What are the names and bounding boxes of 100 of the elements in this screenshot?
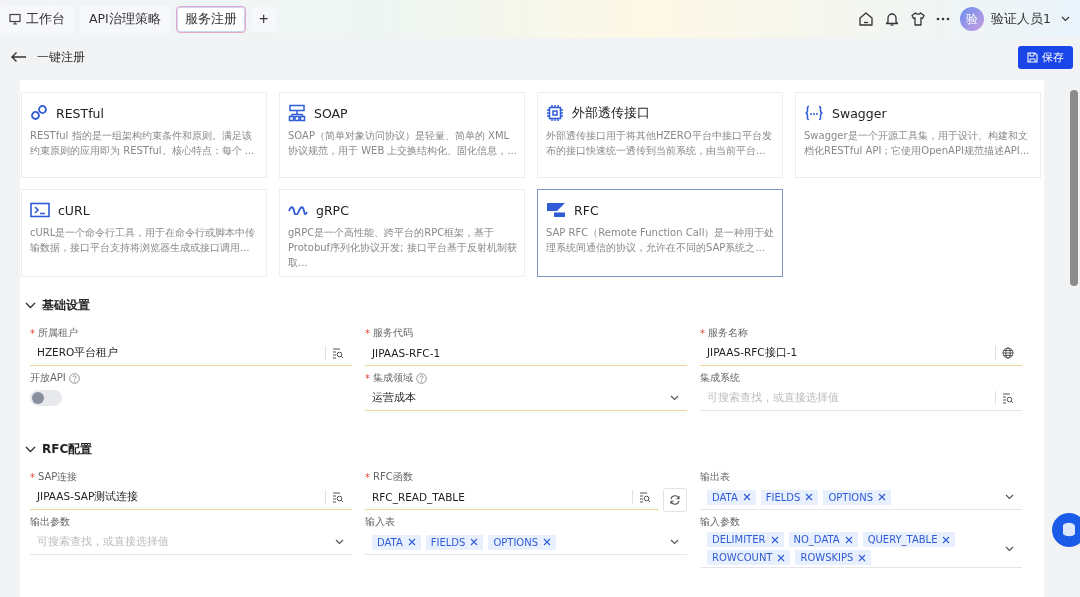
card-title: RESTful (56, 105, 104, 121)
tag-chip[interactable]: NO_DATA (788, 532, 858, 547)
globe-icon[interactable] (1002, 347, 1014, 359)
field-label: 集成系统 (700, 371, 740, 385)
close-icon[interactable] (805, 493, 814, 501)
close-icon[interactable] (858, 553, 867, 562)
tag-chip[interactable]: OPTIONS (488, 534, 557, 550)
tag-chip[interactable]: DATA (707, 489, 756, 505)
close-icon[interactable] (742, 493, 751, 501)
nav-tab[interactable]: 服务注册 (175, 5, 246, 33)
card-description: Swagger是一个开源工具集，用于设计、构建和文档化RESTful API；它使用OpenAPI规范描述API... (804, 129, 1031, 158)
monitor-icon (9, 13, 21, 25)
refresh-button[interactable] (663, 488, 687, 512)
more-icon[interactable] (936, 17, 951, 21)
tag-chip[interactable]: DELIMITER (707, 532, 784, 547)
field-label: 集成领域 (373, 371, 413, 385)
bell-icon[interactable] (884, 11, 901, 27)
home-icon[interactable] (858, 11, 875, 27)
scrollbar-thumb[interactable] (1070, 90, 1078, 286)
card-title: 外部透传接口 (572, 104, 650, 122)
protocol-card[interactable]: RFC SAP RFC（Remote Function Call）是一种用于处理系统间通信的协议，允许在不同的SAP系统之... (537, 189, 783, 277)
save-button[interactable]: 保存 (1018, 45, 1073, 69)
floppy-disk-icon (1027, 51, 1038, 63)
card-description: cURL是一个命令行工具，用于在命令行或脚本中传输数据，接口平台支持将浏览器生成或接口调用... (30, 226, 257, 255)
required-asterisk: * (700, 327, 705, 339)
card-description: gRPC是一个高性能、跨平台的RPC框架，基于Protobuf序列化协议开发; 接口平台基于反射机制获取... (288, 226, 518, 270)
input-field[interactable]: RFC_READ_TABLE (365, 485, 659, 510)
search-list-icon[interactable] (1002, 392, 1014, 404)
card-description: SOAP（简单对象访问协议）是轻量、简单的 XML 协议规范，用于 WEB 上交换结构化、固化信息，... (288, 129, 518, 158)
back-arrow-icon[interactable] (10, 51, 27, 63)
required-asterisk: * (30, 471, 35, 483)
tag-chip[interactable]: FIELDS (760, 489, 819, 505)
card-description: 外部透传接口用于将其他HZERO平台中接口平台发布的接口快速统一透传到当前系统，由当前平台... (546, 129, 773, 158)
close-icon[interactable] (878, 493, 887, 501)
close-icon[interactable] (543, 538, 552, 546)
assistant-button[interactable] (1052, 513, 1080, 547)
tag-chip[interactable]: OPTIONS (823, 489, 892, 505)
hierarchy-icon (288, 104, 306, 122)
protocol-card[interactable]: RESTful RESTful 指的是一组架构约束条件和原则。满足该约束原则的应用即为 RESTful。核心特点：每个 ... (21, 92, 267, 178)
link-icon (30, 104, 48, 122)
select-field[interactable]: 运营成本 (365, 386, 687, 411)
terminal-icon (30, 202, 50, 218)
chevron-down-icon[interactable] (1061, 16, 1070, 22)
nav-tab[interactable]: 工作台 (0, 5, 74, 33)
tag-select-field[interactable]: DATA FIELDS OPTIONS (700, 485, 1022, 510)
nav-tab[interactable]: API治理策略 (80, 5, 170, 33)
required-asterisk: * (365, 327, 370, 339)
chevron-down-icon[interactable] (670, 539, 679, 545)
refresh-icon (669, 494, 681, 506)
tag-select-field[interactable]: DATA FIELDS OPTIONS (365, 530, 687, 555)
chevron-down-icon[interactable] (335, 539, 344, 545)
chevron-down-icon[interactable] (1005, 545, 1014, 552)
card-description: RESTful 指的是一组架构约束条件和原则。满足该约束原则的应用即为 RESTful。核心特点：每个 ... (30, 129, 256, 158)
tag-chip[interactable]: ROWCOUNT (707, 550, 791, 565)
protocol-card[interactable]: cURL cURL是一个命令行工具，用于在命令行或脚本中传输数据，接口平台支持将浏览器生成或接口调用... (21, 189, 267, 277)
close-icon[interactable] (777, 553, 786, 562)
collapse-chevron-icon[interactable] (25, 445, 36, 453)
card-title: SOAP (314, 105, 348, 121)
add-tab-button[interactable]: + (251, 6, 276, 32)
tag-chip[interactable]: QUERY_TABLE (862, 532, 956, 547)
protocol-card[interactable]: 外部透传接口 外部透传接口用于将其他HZERO平台中接口平台发布的接口快速统一透传到当前系统，由当前平台... (537, 92, 783, 178)
search-list-icon[interactable] (332, 491, 344, 503)
shirt-icon[interactable] (910, 11, 927, 27)
field-label: 输入参数 (700, 515, 740, 529)
tag-chip[interactable]: FIELDS (425, 534, 484, 550)
search-list-icon[interactable] (639, 491, 651, 503)
toggle-switch[interactable] (30, 390, 62, 406)
tag-chip[interactable]: ROWSKIPS (795, 550, 872, 565)
card-title: RFC (574, 202, 599, 218)
input-field[interactable]: JIPAAS-RFC接口-1 (700, 341, 1022, 366)
input-field[interactable]: JIPAAS-SAP测试连接 (30, 485, 352, 510)
user-name[interactable]: 验证人员1 (991, 10, 1051, 28)
chevron-down-icon[interactable] (670, 395, 679, 401)
protocol-card[interactable]: Swagger Swagger是一个开源工具集，用于设计、构建和文档化RESTful API；它使用OpenAPI规范描述API... (795, 92, 1041, 178)
field-label: 输出参数 (30, 515, 70, 529)
input-field[interactable]: HZERO平台租户 (30, 341, 352, 366)
chevron-down-icon[interactable] (1005, 494, 1014, 500)
collapse-chevron-icon[interactable] (25, 301, 36, 309)
close-icon[interactable] (942, 535, 951, 544)
tag-chip[interactable]: DATA (372, 534, 421, 550)
required-asterisk: * (30, 327, 35, 339)
close-icon[interactable] (470, 538, 479, 546)
tag-select-field[interactable]: DELIMITER NO_DATA QUERY_TABLE ROWCOUNT ROWSKIPS (700, 530, 1022, 568)
card-title: gRPC (316, 202, 349, 218)
field-label: 输出表 (700, 470, 730, 484)
protocol-card[interactable]: SOAP SOAP（简单对象访问协议）是轻量、简单的 XML 协议规范，用于 WEB 上交换结构化、固化信息，... (279, 92, 525, 178)
input-field[interactable]: JIPAAS-RFC-1 (365, 341, 687, 366)
field-label: 服务名称 (708, 326, 748, 340)
search-list-icon[interactable] (332, 347, 344, 359)
close-icon[interactable] (844, 535, 853, 544)
protocol-card[interactable]: gRPC gRPC是一个高性能、跨平台的RPC框架，基于Protobuf序列化协议开发; 接口平台基于反射机制获取... (279, 189, 525, 277)
field-label: 所属租户 (38, 326, 78, 340)
chip-icon (546, 104, 564, 122)
page-title: 一键注册 (37, 48, 85, 66)
close-icon[interactable] (407, 538, 416, 546)
card-title: Swagger (832, 105, 887, 121)
field-label: SAP连接 (38, 470, 78, 484)
close-icon[interactable] (770, 535, 779, 544)
section-title: RFC配置 (42, 440, 93, 458)
field-label: 输入表 (365, 515, 395, 529)
